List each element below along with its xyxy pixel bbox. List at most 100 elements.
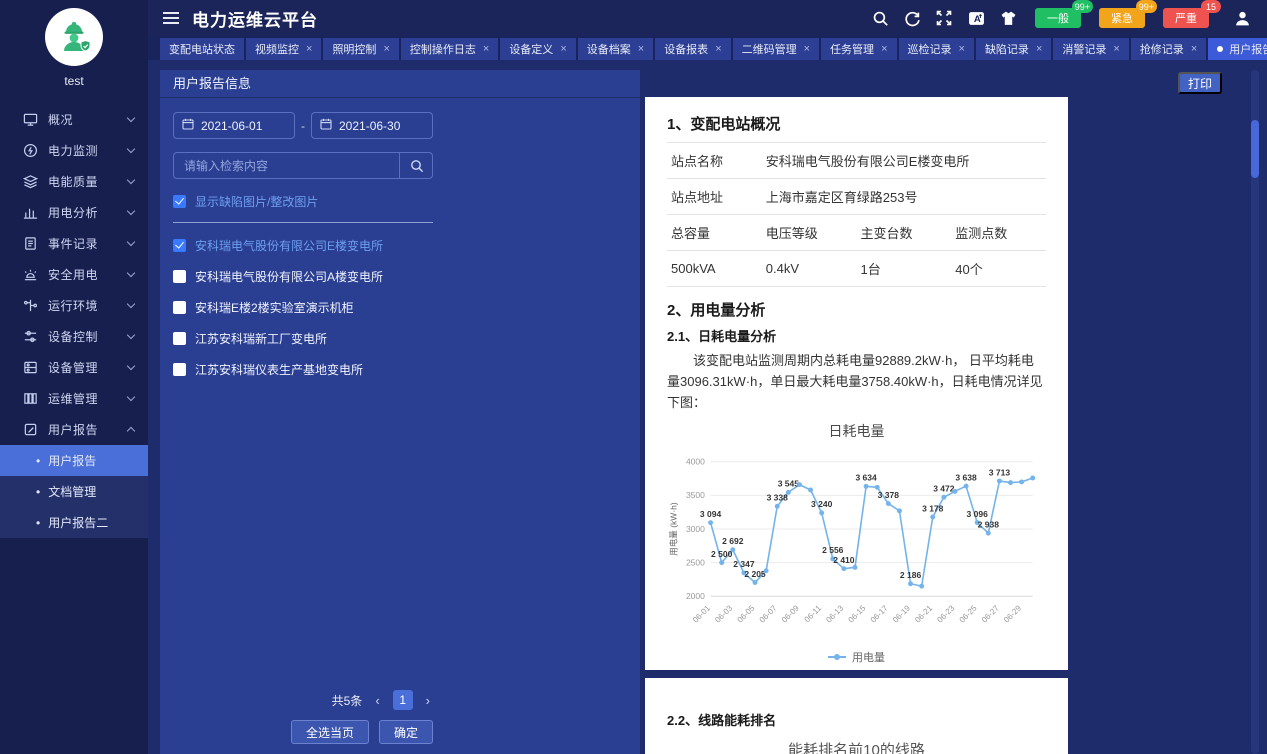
tab-巡检记录[interactable]: 巡检记录× [899,38,974,60]
power-monitor-icon [22,143,38,159]
sidebar-menu: 概况电力监测电能质量用电分析事件记录安全用电运行环境设备控制设备管理运维管理用户… [0,104,148,538]
tab-控制操作日志[interactable]: 控制操作日志 × [401,38,498,60]
close-tab-icon[interactable]: × [1191,43,1197,55]
chevron-down-icon [127,269,135,277]
checkbox-checked-icon[interactable] [173,239,186,252]
checkbox-unchecked-icon[interactable] [173,363,186,376]
sidebar-item-label: 概况 [48,111,128,128]
checkbox-checked-icon[interactable] [173,195,186,208]
sidebar-item-运行环境[interactable]: 运行环境 [0,290,148,321]
close-tab-icon[interactable]: × [306,43,312,55]
sidebar-item-label: 电能质量 [48,173,128,190]
date-from-input[interactable]: 2021-06-01 [173,112,295,139]
svg-text:3 638: 3 638 [955,473,977,483]
chevron-up-icon [127,427,135,435]
sidebar-item-运维管理[interactable]: 运维管理 [0,383,148,414]
close-tab-icon[interactable]: × [383,43,389,55]
checkbox-unchecked-icon[interactable] [173,301,186,314]
close-tab-icon[interactable]: × [560,43,566,55]
tab-照明控制[interactable]: 照明控制 × [323,38,398,60]
station-checkbox-row[interactable]: 安科瑞E楼2楼实验室演示机柜 [173,299,433,316]
station-checkbox-row[interactable]: 江苏安科瑞仪表生产基地变电所 [173,361,433,378]
table-cell: 上海市嘉定区育绿路253号 [762,179,1046,215]
tab-设备报表[interactable]: 设备报表× [655,38,730,60]
sidebar-item-事件记录[interactable]: 事件记录 [0,228,148,259]
close-tab-icon[interactable]: × [483,43,489,55]
tab-缺陷记录[interactable]: 缺陷记录× [976,38,1051,60]
alert-button-严重[interactable]: 严重15 [1163,8,1209,28]
show-images-checkbox-row[interactable]: 显示缺陷图片/整改图片 [173,193,433,210]
tabstrip: 变配电站状态视频监控×照明控制×控制操作日志×设备定义×设备档案×设备报表×二维… [148,36,1267,60]
sidebar-item-设备控制[interactable]: 设备控制 [0,321,148,352]
tab-用户报告[interactable]: 用户报告× [1208,38,1267,60]
svg-text:3 545: 3 545 [778,479,800,489]
tab-label: 二维码管理 [742,41,797,57]
tab-视频监控[interactable]: 视频监控× [246,38,321,60]
close-tab-icon[interactable]: × [1036,43,1042,55]
sidebar-item-设备管理[interactable]: 设备管理 [0,352,148,383]
tab-消警记录[interactable]: 消警记录× [1053,38,1128,60]
svg-text:2 410: 2 410 [833,555,855,565]
chevron-down-icon [127,393,135,401]
tab-label: 控制操作日志 [410,41,476,57]
tab-抢修记录[interactable]: 抢修记录× [1131,38,1206,60]
station-checkbox-row[interactable]: 江苏安科瑞新工厂变电所 [173,330,433,347]
hamburger-icon[interactable] [162,11,180,25]
tab-label: 任务管理 [830,41,874,57]
device-control-icon [22,329,38,345]
translate-icon[interactable]: A [967,9,985,27]
refresh-icon[interactable] [903,9,921,27]
submenu-item-文档管理[interactable]: •文档管理 [0,476,148,507]
sidebar-item-电能质量[interactable]: 电能质量 [0,166,148,197]
filter-panel-title: 用户报告信息 [160,70,640,98]
print-button[interactable]: 打印 [1178,72,1222,94]
station-list: 安科瑞电气股份有限公司E楼变电所安科瑞电气股份有限公司A楼变电所安科瑞E楼2楼实… [173,237,640,378]
alert-button-一般[interactable]: 一般99+ [1035,8,1081,28]
submenu-item-用户报告二[interactable]: •用户报告二 [0,507,148,538]
tab-二维码管理[interactable]: 二维码管理 × [733,38,819,60]
date-to-input[interactable]: 2021-06-30 [311,112,433,139]
svg-text:3500: 3500 [686,491,705,501]
search-icon[interactable] [871,9,889,27]
alert-button-紧急[interactable]: 紧急99+ [1099,8,1145,28]
svg-text:06-29: 06-29 [1002,604,1023,625]
search-input[interactable] [173,152,433,179]
tab-变配电站状态[interactable]: 变配电站状态 [160,38,244,60]
close-tab-icon[interactable]: × [804,43,810,55]
table-cell: 电压等级 [762,215,857,251]
sidebar-item-安全用电[interactable]: 安全用电 [0,259,148,290]
usage-analysis-icon [22,205,38,221]
tab-设备档案[interactable]: 设备档案× [578,38,653,60]
chart-legend[interactable]: 用电量 [667,649,1046,665]
sidebar-item-电力监测[interactable]: 电力监测 [0,135,148,166]
tab-任务管理[interactable]: 任务管理 × [821,38,896,60]
close-tab-icon[interactable]: × [715,43,721,55]
checkbox-unchecked-icon[interactable] [173,332,186,345]
prev-page-icon[interactable]: ‹ [372,693,382,708]
next-page-icon[interactable]: › [423,693,433,708]
theme-shirt-icon[interactable] [999,9,1017,27]
tab-设备定义[interactable]: 设备定义× [500,38,575,60]
submenu-item-用户报告[interactable]: •用户报告 [0,445,148,476]
checkbox-unchecked-icon[interactable] [173,270,186,283]
sidebar-item-用户报告[interactable]: 用户报告 [0,414,148,445]
station-checkbox-row[interactable]: 安科瑞电气股份有限公司A楼变电所 [173,268,433,285]
station-checkbox-row[interactable]: 安科瑞电气股份有限公司E楼变电所 [173,237,433,254]
alert-badge: 15 [1201,0,1221,13]
close-tab-icon[interactable]: × [881,43,887,55]
page-number[interactable]: 1 [393,690,413,710]
sidebar-item-用电分析[interactable]: 用电分析 [0,197,148,228]
user-icon[interactable] [1233,9,1251,27]
scrollbar-thumb[interactable] [1251,120,1259,178]
sidebar-item-概况[interactable]: 概况 [0,104,148,135]
close-tab-icon[interactable]: × [959,43,965,55]
close-tab-icon[interactable]: × [638,43,644,55]
worker-avatar-icon [45,8,103,66]
tab-label: 照明控制 [332,41,376,57]
fullscreen-icon[interactable] [935,9,953,27]
search-button[interactable] [399,152,433,179]
confirm-button[interactable]: 确定 [379,720,433,744]
close-tab-icon[interactable]: × [1113,43,1119,55]
bullet-icon: • [36,454,40,468]
select-all-button[interactable]: 全选当页 [291,720,369,744]
